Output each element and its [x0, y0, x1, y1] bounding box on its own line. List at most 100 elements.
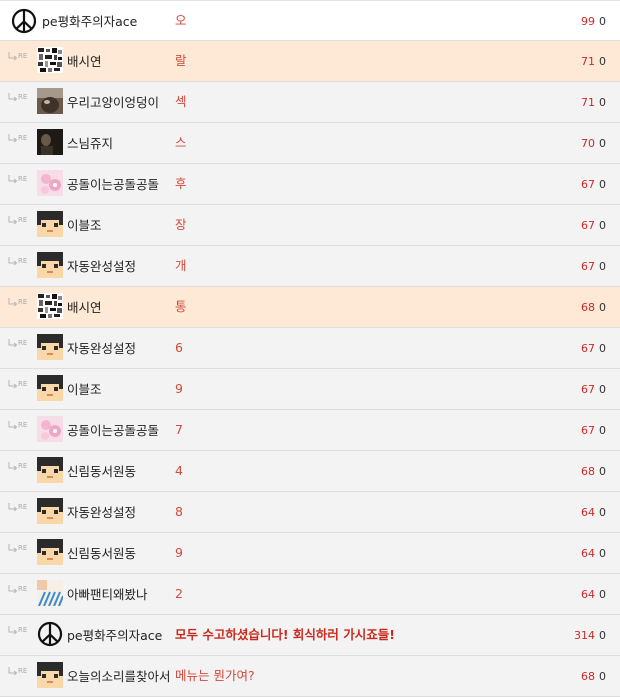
- avatar[interactable]: [37, 498, 63, 524]
- nickname-link[interactable]: 자동완성설정: [67, 246, 136, 286]
- avatar[interactable]: [37, 457, 63, 483]
- reply-count: 0: [599, 137, 606, 150]
- reply-row: RE 공돌이는공돌공돌 7 67 0: [0, 410, 620, 451]
- reply-row: RE 이블조 9 67 0: [0, 369, 620, 410]
- nickname-link[interactable]: 아빠팬티왜봤나: [67, 574, 148, 614]
- reply-arrow-icon: RE: [8, 503, 32, 513]
- nickname-link[interactable]: 공돌이는공돌공돌: [67, 164, 159, 204]
- reply-marker-label: RE: [18, 93, 28, 101]
- comment-text: 랄: [175, 53, 187, 68]
- comment-text: 4: [175, 463, 183, 478]
- comment-text: 후: [175, 176, 187, 191]
- reply-marker-label: RE: [18, 503, 28, 511]
- nickname-link[interactable]: pe평화주의자ace: [67, 615, 162, 655]
- comment-text: 7: [175, 422, 183, 437]
- reply-marker-label: RE: [18, 544, 28, 552]
- reply-marker-label: RE: [18, 667, 28, 675]
- comment-text: 2: [175, 586, 183, 601]
- avatar[interactable]: [37, 47, 63, 73]
- reply-row: RE 아빠팬티왜봤나 2 64 0: [0, 574, 620, 615]
- nickname-link[interactable]: 우리고양이엉덩이: [67, 82, 159, 122]
- reply-arrow-icon: RE: [8, 257, 32, 267]
- comment-text: 오: [175, 13, 187, 28]
- reply-arrow-icon: RE: [8, 134, 32, 144]
- peace-icon[interactable]: [37, 621, 63, 647]
- comment-text: 개: [175, 258, 187, 273]
- avatar[interactable]: [37, 170, 63, 196]
- reply-count: 0: [599, 424, 606, 437]
- avatar[interactable]: [37, 211, 63, 237]
- peace-icon[interactable]: [11, 8, 37, 34]
- reply-count: 0: [599, 670, 606, 683]
- comment-text: 메뉴는 뭔가여?: [175, 668, 255, 683]
- comment-text: 스: [175, 135, 187, 150]
- reply-arrow-icon: RE: [8, 626, 32, 636]
- reply-row: RE 신림동서원동 4 68 0: [0, 451, 620, 492]
- score-value: 70: [581, 137, 595, 150]
- reply-count: 0: [599, 629, 606, 642]
- reply-arrow-icon: RE: [8, 462, 32, 472]
- nickname-link[interactable]: pe평화주의자ace: [42, 1, 137, 41]
- avatar[interactable]: [37, 416, 63, 442]
- score-value: 64: [581, 588, 595, 601]
- reply-count: 0: [599, 465, 606, 478]
- score-value: 71: [581, 96, 595, 109]
- reply-arrow-icon: RE: [8, 216, 32, 226]
- nickname-link[interactable]: 이블조: [67, 369, 102, 409]
- score-value: 67: [581, 424, 595, 437]
- nickname-link[interactable]: 자동완성설정: [67, 328, 136, 368]
- nickname-link[interactable]: 오늘의소리를찾아서: [67, 656, 171, 696]
- reply-arrow-icon: RE: [8, 339, 32, 349]
- reply-count: 0: [599, 301, 606, 314]
- score-value: 71: [581, 55, 595, 68]
- reply-count: 0: [599, 506, 606, 519]
- reply-row: RE 이블조 장 67 0: [0, 205, 620, 246]
- avatar[interactable]: [37, 580, 63, 606]
- reply-row: RE 자동완성설정 8 64 0: [0, 492, 620, 533]
- reply-arrow-icon: RE: [8, 585, 32, 595]
- avatar[interactable]: [37, 129, 63, 155]
- reply-marker-label: RE: [18, 339, 28, 347]
- score-value: 68: [581, 465, 595, 478]
- avatar[interactable]: [37, 88, 63, 114]
- comment-text: 9: [175, 381, 183, 396]
- avatar[interactable]: [37, 662, 63, 688]
- avatar[interactable]: [37, 375, 63, 401]
- reply-row: RE 오늘의소리를찾아서 메뉴는 뭔가여? 68 0: [0, 656, 620, 697]
- nickname-link[interactable]: 신림동서원동: [67, 533, 136, 573]
- nickname-link[interactable]: 배시연: [67, 41, 102, 81]
- avatar[interactable]: [37, 539, 63, 565]
- reply-arrow-icon: RE: [8, 380, 32, 390]
- reply-marker-label: RE: [18, 380, 28, 388]
- nickname-link[interactable]: 스님쥬지: [67, 123, 113, 163]
- nickname-link[interactable]: 배시연: [67, 287, 102, 327]
- nickname-link[interactable]: 신림동서원동: [67, 451, 136, 491]
- reply-count: 0: [599, 15, 606, 28]
- reply-row: RE 공돌이는공돌공돌 후 67 0: [0, 164, 620, 205]
- avatar[interactable]: [37, 293, 63, 319]
- reply-row: RE 자동완성설정 개 67 0: [0, 246, 620, 287]
- comment-row: pe평화주의자ace 오 99 0: [0, 0, 620, 41]
- nickname-link[interactable]: 자동완성설정: [67, 492, 136, 532]
- reply-marker-label: RE: [18, 52, 28, 60]
- reply-row: RE 신림동서원동 9 64 0: [0, 533, 620, 574]
- reply-count: 0: [599, 588, 606, 601]
- score-value: 67: [581, 260, 595, 273]
- avatar[interactable]: [37, 334, 63, 360]
- avatar[interactable]: [37, 252, 63, 278]
- reply-count: 0: [599, 342, 606, 355]
- score-value: 67: [581, 178, 595, 191]
- reply-marker-label: RE: [18, 421, 28, 429]
- reply-count: 0: [599, 547, 606, 560]
- nickname-link[interactable]: 이블조: [67, 205, 102, 245]
- reply-marker-label: RE: [18, 462, 28, 470]
- reply-row: RE 배시연 랄 71 0: [0, 41, 620, 82]
- reply-marker-label: RE: [18, 626, 28, 634]
- reply-count: 0: [599, 178, 606, 191]
- reply-row: RE pe평화주의자ace 모두 수고하셨습니다! 회식하러 가시죠들! 314 0: [0, 615, 620, 656]
- reply-marker-label: RE: [18, 298, 28, 306]
- comment-text: 6: [175, 340, 183, 355]
- score-value: 64: [581, 506, 595, 519]
- nickname-link[interactable]: 공돌이는공돌공돌: [67, 410, 159, 450]
- comment-text: 9: [175, 545, 183, 560]
